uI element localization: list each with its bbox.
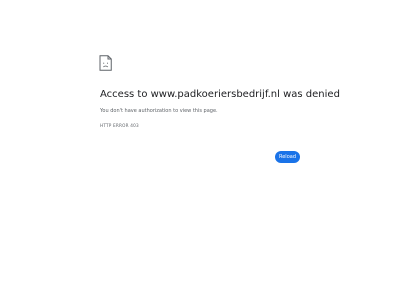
reload-button[interactable]: Reload xyxy=(275,151,300,163)
error-title: Access to www.padkoeriersbedrijf.nl was … xyxy=(100,89,340,100)
error-description: You don't have authorization to view thi… xyxy=(100,108,218,114)
error-code: HTTP ERROR 403 xyxy=(100,123,139,128)
sad-document-icon xyxy=(99,55,112,71)
error-page: Access to www.padkoeriersbedrijf.nl was … xyxy=(0,0,400,300)
